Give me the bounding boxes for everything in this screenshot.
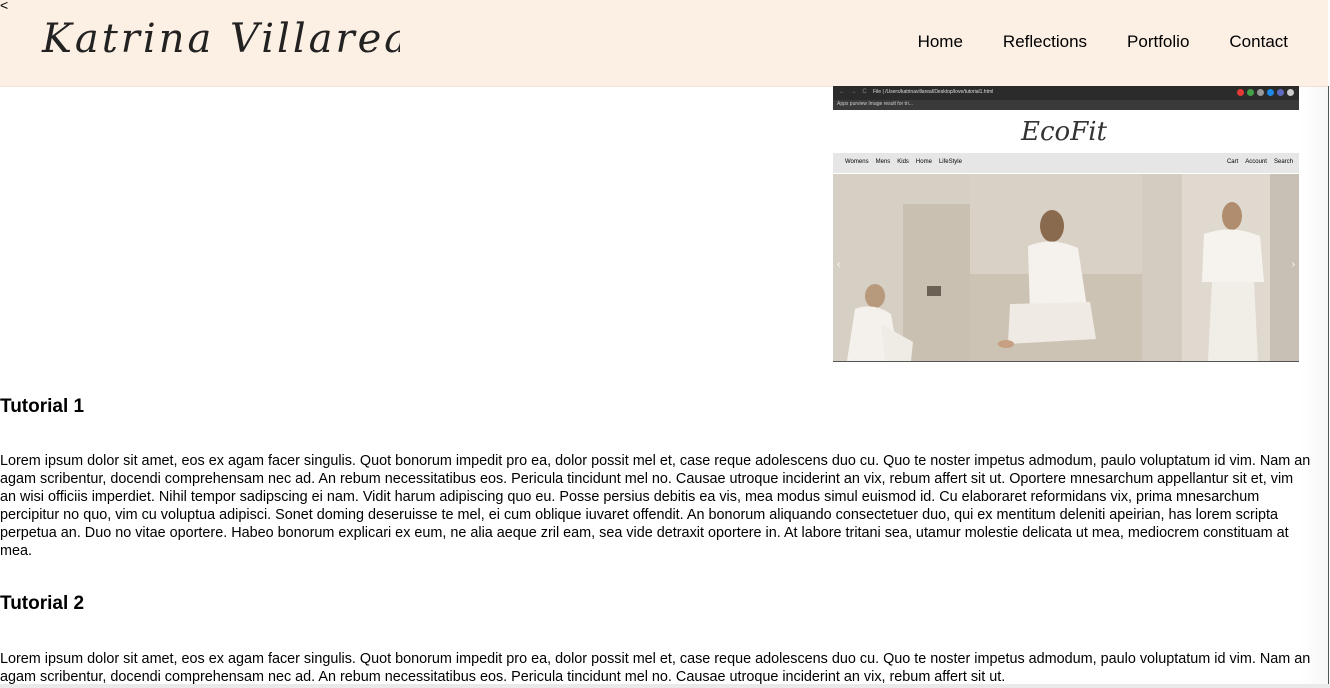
ecofit-menu-lifestyle: LifeStyle bbox=[938, 159, 962, 165]
main-nav: Home Reflections Portfolio Contact bbox=[918, 32, 1288, 52]
browser-nav-arrows-icon: ← → C bbox=[839, 89, 869, 95]
ecofit-menu: Womens Mens Kids Home LifeStyle Cart Acc… bbox=[833, 153, 1299, 173]
ecofit-logo-text: EcoFit bbox=[1020, 117, 1108, 147]
site-header: Katrina Villareal Home Reflections Portf… bbox=[0, 0, 1328, 87]
logo-text: Katrina Villareal bbox=[41, 16, 400, 62]
browser-extension-icons bbox=[1237, 89, 1294, 96]
ecofit-menu-womens: Womens bbox=[845, 159, 869, 165]
tutorial-2-body: Lorem ipsum dolor sit amet, eos ex agam … bbox=[0, 651, 1311, 685]
browser-toolbar: ← → C File | /Users/katrinavillareal/Des… bbox=[833, 86, 1299, 100]
browser-bookmarks-bar: Apps purview Image result for tri... bbox=[833, 100, 1299, 110]
nav-home[interactable]: Home bbox=[918, 32, 963, 52]
nav-contact[interactable]: Contact bbox=[1229, 32, 1288, 52]
tutorial-1-body: Lorem ipsum dolor sit amet, eos ex agam … bbox=[0, 453, 1311, 559]
carousel-next-icon: › bbox=[1291, 259, 1295, 270]
bottom-band bbox=[0, 684, 1330, 688]
carousel-photo-1: ‹ bbox=[833, 174, 970, 361]
ecofit-carousel: ‹ › bbox=[833, 174, 1299, 361]
ecofit-menu-home: Home bbox=[915, 159, 932, 165]
page-edge-shadow bbox=[1298, 86, 1328, 686]
bookmarks-text: Apps purview Image result for tri... bbox=[837, 101, 913, 107]
ecofit-menu-search: Search bbox=[1273, 159, 1293, 165]
carousel-photo-2 bbox=[970, 174, 1142, 361]
ecofit-menu-mens: Mens bbox=[875, 159, 891, 165]
stray-glyph: < bbox=[0, 0, 9, 13]
ecofit-logo: EcoFit bbox=[1019, 114, 1119, 153]
ecofit-menu-cart: Cart bbox=[1226, 159, 1239, 165]
carousel-prev-icon: ‹ bbox=[837, 259, 841, 270]
tutorial-1-title: Tutorial 1 bbox=[0, 396, 85, 417]
browser-url: File | /Users/katrinavillareal/Desktop/l… bbox=[873, 89, 994, 95]
site-logo[interactable]: Katrina Villareal bbox=[40, 6, 424, 75]
page-edge-line bbox=[1328, 86, 1329, 686]
nav-portfolio[interactable]: Portfolio bbox=[1127, 32, 1189, 52]
nav-reflections[interactable]: Reflections bbox=[1003, 32, 1087, 52]
tutorial-2-title: Tutorial 2 bbox=[0, 593, 85, 614]
logo-signature: Katrina Villareal bbox=[41, 16, 424, 62]
ecofit-menu-kids: Kids bbox=[897, 159, 909, 165]
carousel-photo-3: › bbox=[1142, 174, 1299, 361]
tutorial-screenshot: ← → C File | /Users/katrinavillareal/Des… bbox=[833, 86, 1299, 362]
ecofit-menu-account: Account bbox=[1245, 159, 1267, 165]
